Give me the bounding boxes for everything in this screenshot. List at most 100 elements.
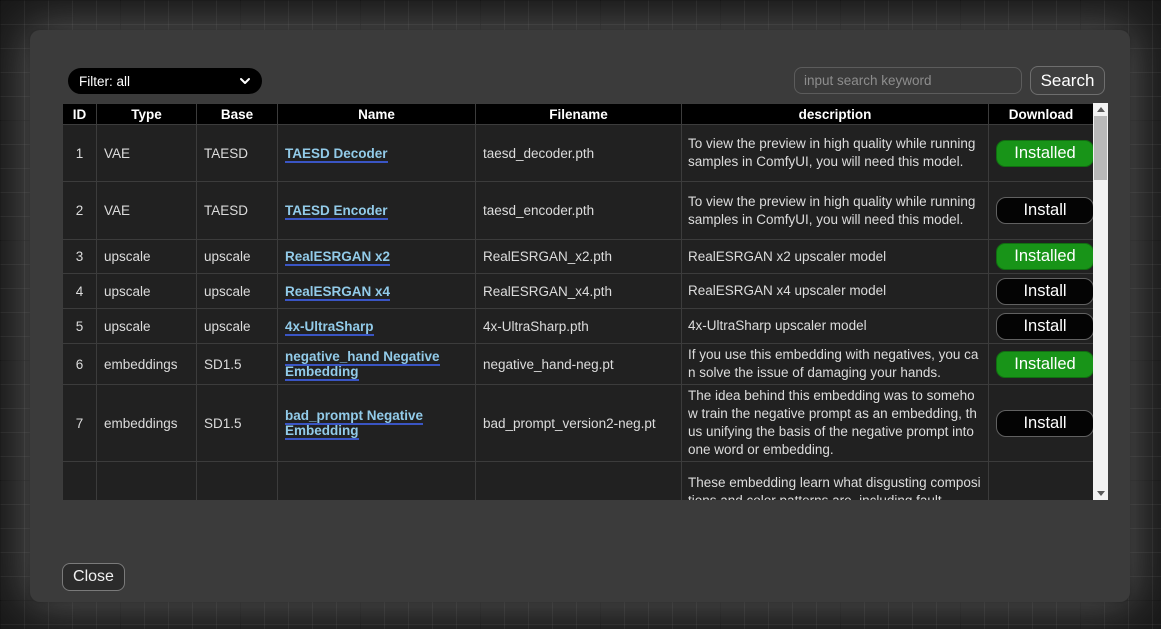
cell-name: TAESD Encoder: [278, 182, 476, 240]
cell-base: TAESD: [197, 125, 278, 182]
cell-filename: RealESRGAN_x4.pth: [476, 274, 682, 309]
cell-description: The idea behind this embedding was to so…: [682, 385, 989, 462]
cell-base: SD1.5: [197, 385, 278, 462]
search-button[interactable]: Search: [1030, 66, 1105, 95]
cell-type: upscale: [97, 240, 197, 274]
filter-select-label: Filter: all: [79, 74, 130, 89]
cell-name: negative_hand Negative Embedding: [278, 344, 476, 385]
column-header-description: description: [682, 104, 989, 125]
cell-type: [97, 462, 197, 501]
cell-description: RealESRGAN x4 upscaler model: [682, 274, 989, 309]
cell-description: If you use this embedding with negatives…: [682, 344, 989, 385]
install-button[interactable]: Install: [996, 410, 1094, 437]
install-button[interactable]: Install: [996, 313, 1094, 340]
table-row: 2VAETAESD TAESD Encoder taesd_encoder.pthT…: [63, 182, 1094, 240]
chevron-down-icon: [239, 75, 251, 87]
cell-base: [197, 462, 278, 501]
model-name-link[interactable]: RealESRGAN x4: [285, 284, 390, 301]
cell-type: embeddings: [97, 385, 197, 462]
model-table-container: IDTypeBaseNameFilenamedescriptionDownloa…: [62, 103, 1108, 500]
cell-filename: negative_hand-neg.pt: [476, 344, 682, 385]
table-row: 4upscaleupscaleRealESRGAN x4RealESRGAN_x…: [63, 274, 1094, 309]
cell-type: VAE: [97, 125, 197, 182]
scroll-up-button[interactable]: [1093, 103, 1108, 116]
column-header-name: Name: [278, 104, 476, 125]
column-header-id: ID: [63, 104, 97, 125]
filter-select[interactable]: Filter: all: [68, 68, 262, 94]
cell-id: 5: [63, 309, 97, 344]
table-header-row: IDTypeBaseNameFilenamedescriptionDownloa…: [63, 104, 1094, 125]
cell-type: VAE: [97, 182, 197, 240]
cell-type: upscale: [97, 274, 197, 309]
cell-filename: 4x-UltraSharp.pth: [476, 309, 682, 344]
cell-type: upscale: [97, 309, 197, 344]
cell-description: These embedding learn what disgusting co…: [682, 462, 989, 501]
model-name-link[interactable]: 4x-UltraSharp: [285, 319, 374, 336]
model-name-link[interactable]: bad_prompt Negative Embedding: [285, 408, 423, 440]
search-input[interactable]: [794, 67, 1022, 94]
cell-filename: taesd_encoder.pth: [476, 182, 682, 240]
cell-id: 6: [63, 344, 97, 385]
cell-base: SD1.5: [197, 344, 278, 385]
table-row: 5upscaleupscale4x-UltraSharp4x-UltraShar…: [63, 309, 1094, 344]
cell-base: upscale: [197, 309, 278, 344]
column-header-download: Download: [989, 104, 1094, 125]
scroll-down-icon: [1097, 491, 1105, 496]
cell-base: upscale: [197, 240, 278, 274]
cell-download: Installed: [989, 125, 1094, 182]
close-button[interactable]: Close: [62, 563, 125, 591]
column-header-type: Type: [97, 104, 197, 125]
model-name-link[interactable]: TAESD Decoder: [285, 146, 388, 163]
cell-name: RealESRGAN x4: [278, 274, 476, 309]
cell-download: Installed: [989, 240, 1094, 274]
model-name-link[interactable]: RealESRGAN x2: [285, 249, 390, 266]
cell-description: RealESRGAN x2 upscaler model: [682, 240, 989, 274]
table-scrollbar[interactable]: [1093, 103, 1108, 500]
column-header-base: Base: [197, 104, 278, 125]
cell-download: Install: [989, 182, 1094, 240]
install-button[interactable]: Install: [996, 197, 1094, 224]
model-name-link[interactable]: negative_hand Negative Embedding: [285, 349, 440, 381]
table-row: 3upscaleupscaleRealESRGAN x2RealESRGAN_x…: [63, 240, 1094, 274]
cell-download: Install: [989, 309, 1094, 344]
scroll-down-button[interactable]: [1093, 487, 1108, 500]
cell-type: embeddings: [97, 344, 197, 385]
installed-button[interactable]: Installed: [996, 243, 1094, 270]
cell-description: To view the preview in high quality whil…: [682, 182, 989, 240]
cell-name: 4x-UltraSharp: [278, 309, 476, 344]
table-row: 7embeddingsSD1.5bad_prompt Negative Embe…: [63, 385, 1094, 462]
cell-download: Install: [989, 385, 1094, 462]
cell-download: Installed: [989, 344, 1094, 385]
table-row: 1VAETAESD TAESD Decoder taesd_decoder.pthT…: [63, 125, 1094, 182]
installed-button[interactable]: Installed: [996, 351, 1094, 378]
installed-button[interactable]: Installed: [996, 140, 1094, 167]
cell-filename: bad_prompt_version2-neg.pt: [476, 385, 682, 462]
model-table: IDTypeBaseNameFilenamedescriptionDownloa…: [62, 103, 1094, 500]
cell-base: upscale: [197, 274, 278, 309]
column-header-filename: Filename: [476, 104, 682, 125]
cell-filename: taesd_decoder.pth: [476, 125, 682, 182]
cell-description: 4x-UltraSharp upscaler model: [682, 309, 989, 344]
cell-name: TAESD Decoder: [278, 125, 476, 182]
scroll-up-icon: [1097, 107, 1105, 112]
model-manager-dialog: Filter: all Search IDTypeBaseNameFilenam…: [30, 30, 1130, 602]
model-name-link[interactable]: TAESD Encoder: [285, 203, 388, 220]
scrollbar-thumb[interactable]: [1094, 116, 1107, 180]
table-row: 6embeddingsSD1.5negative_hand Negative E…: [63, 344, 1094, 385]
cell-description: To view the preview in high quality whil…: [682, 125, 989, 182]
cell-id: 2: [63, 182, 97, 240]
cell-name: RealESRGAN x2: [278, 240, 476, 274]
cell-id: [63, 462, 97, 501]
cell-name: bad_prompt Negative Embedding: [278, 385, 476, 462]
cell-id: 7: [63, 385, 97, 462]
cell-id: 4: [63, 274, 97, 309]
cell-base: TAESD: [197, 182, 278, 240]
cell-download: Install: [989, 274, 1094, 309]
cell-id: 1: [63, 125, 97, 182]
install-button[interactable]: Install: [996, 278, 1094, 305]
cell-id: 3: [63, 240, 97, 274]
cell-filename: RealESRGAN_x2.pth: [476, 240, 682, 274]
table-row: These embedding learn what disgusting co…: [63, 462, 1094, 501]
cell-name: [278, 462, 476, 501]
table-body: 1VAETAESDTAESD Decodertaesd_decoder.pthT…: [63, 125, 1094, 501]
